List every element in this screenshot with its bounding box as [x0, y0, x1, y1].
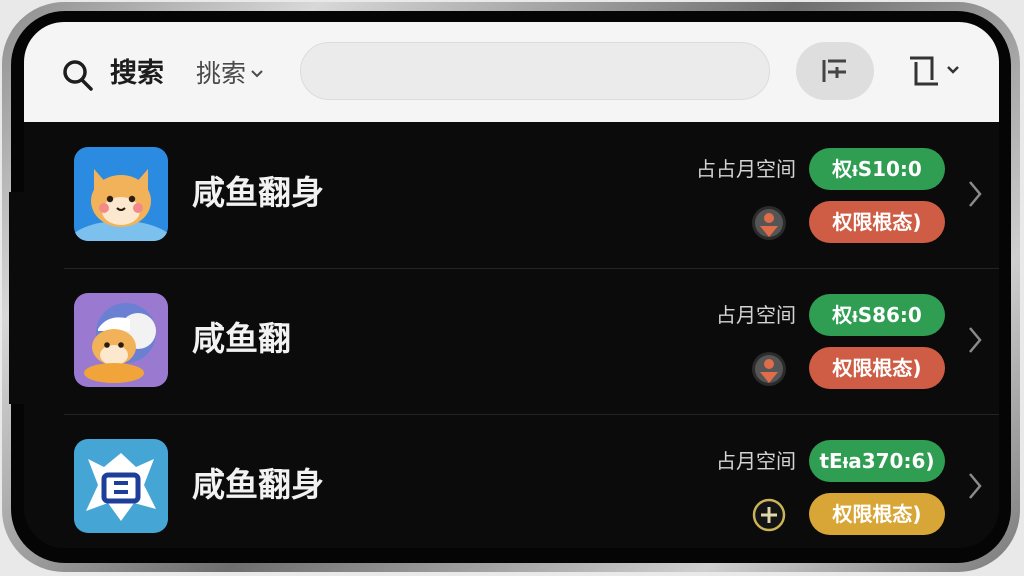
- status-badge[interactable]: 权ᵼS10:0: [809, 148, 945, 190]
- status-badge[interactable]: 权ᵼS86:0: [809, 294, 945, 336]
- person-marker-icon[interactable]: [751, 351, 787, 387]
- search-label[interactable]: 搜索: [110, 55, 164, 93]
- app-screen: 搜索 挑索 咸鱼翻身 占占月空间 权ᵼS10:0 权限根态) 咸鱼翻 占月空间 …: [24, 22, 999, 548]
- list-item[interactable]: 咸鱼翻身 占月空间 tEᵼa370:6) 权限根态): [64, 414, 999, 548]
- fox-avatar-icon: [74, 147, 168, 241]
- person-marker-icon[interactable]: [751, 205, 787, 241]
- permission-badge[interactable]: 权限根态): [809, 347, 945, 389]
- list-item[interactable]: 咸鱼翻 占月空间 权ᵼS86:0 权限根态): [64, 268, 999, 414]
- permission-badge[interactable]: 权限根态): [809, 493, 945, 535]
- crop-action-button[interactable]: [904, 49, 968, 93]
- stamp-logo-icon: [74, 439, 168, 533]
- search-input[interactable]: [300, 42, 770, 100]
- app-name: 咸鱼翻: [192, 319, 291, 358]
- space-label: 占占月空间: [696, 157, 796, 181]
- filter-button[interactable]: [796, 42, 874, 100]
- permission-badge[interactable]: 权限根态): [809, 201, 945, 243]
- status-badge[interactable]: tEᵼa370:6): [809, 440, 945, 482]
- chevron-right-icon[interactable]: [967, 325, 983, 355]
- app-name: 咸鱼翻身: [192, 465, 324, 504]
- scope-dropdown[interactable]: 挑索: [196, 55, 264, 93]
- chef-dog-icon: [74, 293, 168, 387]
- chevron-right-icon[interactable]: [967, 471, 983, 501]
- list-item[interactable]: 咸鱼翻身 占占月空间 权ᵼS10:0 权限根态): [64, 122, 999, 268]
- crop-icon: [910, 56, 959, 86]
- filter-icon: [822, 59, 846, 82]
- search-header: 搜索 挑索: [24, 22, 999, 122]
- chevron-down-icon: [947, 66, 959, 74]
- chevron-right-icon[interactable]: [967, 179, 983, 209]
- search-icon[interactable]: [60, 59, 98, 93]
- plus-circle-icon[interactable]: [751, 497, 787, 533]
- space-label: 占月空间: [716, 303, 796, 327]
- space-label: 占月空间: [716, 449, 796, 473]
- chevron-down-icon: [251, 70, 263, 78]
- app-name: 咸鱼翻身: [192, 173, 324, 212]
- scope-label: 挑索: [196, 59, 247, 88]
